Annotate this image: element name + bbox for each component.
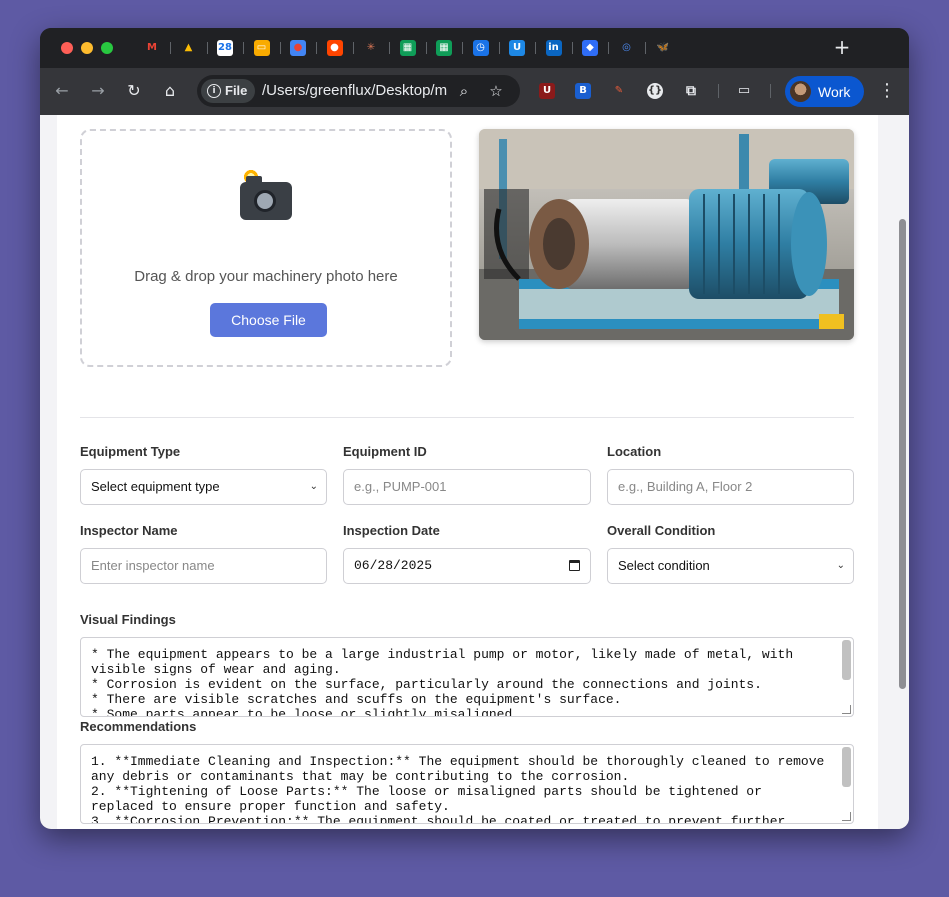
avatar bbox=[790, 81, 811, 102]
browser-toolbar: ← → ↻ ⌂ i File /Users/greenflux/Desktop/… bbox=[40, 68, 909, 115]
profile-button[interactable]: Work bbox=[785, 76, 864, 107]
equipment-type-select[interactable]: Select equipment type ⌄ bbox=[80, 469, 327, 505]
google-calendar-icon[interactable]: 28 bbox=[217, 40, 233, 56]
tab-search-icon[interactable]: ▭ bbox=[736, 83, 752, 99]
equipment-type-label: Equipment Type bbox=[80, 444, 181, 459]
tab-separator bbox=[243, 42, 244, 54]
machinery-photo bbox=[479, 129, 854, 340]
home-icon[interactable]: ⌂ bbox=[159, 80, 181, 102]
file-chip-label: File bbox=[225, 83, 248, 98]
tab-separator bbox=[316, 42, 317, 54]
reddit-icon[interactable]: ● bbox=[326, 40, 343, 56]
pencil-extension-icon[interactable]: ✎ bbox=[611, 83, 627, 99]
profile-label: Work bbox=[818, 83, 851, 100]
visual-findings-text: * The equipment appears to be a large in… bbox=[91, 647, 794, 717]
zoom-icon[interactable]: ⌕ bbox=[453, 80, 475, 102]
close-window-button[interactable] bbox=[61, 42, 73, 54]
recommendations-text: 1. **Immediate Cleaning and Inspection:*… bbox=[91, 754, 825, 824]
equipment-id-input[interactable]: e.g., PUMP-001 bbox=[343, 469, 591, 505]
code-extension-icon[interactable]: {} bbox=[647, 83, 663, 99]
google-drive-icon[interactable]: ▲ bbox=[181, 40, 197, 56]
forward-icon[interactable]: → bbox=[87, 80, 109, 102]
textarea-scrollbar[interactable] bbox=[842, 747, 851, 787]
bluesky-icon[interactable]: 🦋 bbox=[655, 40, 671, 56]
inspection-page: Drag & drop your machinery photo here Ch… bbox=[57, 115, 878, 829]
recommendations-textarea[interactable]: 1. **Immediate Cleaning and Inspection:*… bbox=[80, 744, 854, 824]
inspection-date-value: 06/28/2025 bbox=[354, 558, 433, 573]
inspection-date-label: Inspection Date bbox=[343, 523, 440, 538]
new-tab-button[interactable]: + bbox=[831, 36, 853, 58]
recommendations-label: Recommendations bbox=[80, 719, 197, 734]
photo-dropzone[interactable]: Drag & drop your machinery photo here Ch… bbox=[80, 129, 452, 367]
visual-findings-textarea[interactable]: * The equipment appears to be a large in… bbox=[80, 637, 854, 717]
more-menu-icon[interactable]: ⋮ bbox=[878, 80, 896, 102]
info-icon: i bbox=[207, 84, 221, 98]
inspection-date-input[interactable]: 06/28/2025 bbox=[343, 548, 591, 584]
address-bar[interactable]: i File /Users/greenflux/Desktop/machiner… bbox=[197, 75, 520, 107]
chevron-down-icon: ⌄ bbox=[309, 481, 318, 492]
tab-separator bbox=[170, 42, 171, 54]
page-scrollbar-track[interactable] bbox=[895, 115, 909, 829]
extensions-puzzle-icon[interactable]: ⧉ bbox=[683, 83, 699, 99]
overall-condition-label: Overall Condition bbox=[607, 523, 716, 538]
tab-separator bbox=[389, 42, 390, 54]
textarea-scrollbar[interactable] bbox=[842, 640, 851, 680]
section-divider bbox=[80, 417, 854, 418]
chevron-down-icon: ⌄ bbox=[836, 560, 845, 571]
tab-separator bbox=[608, 42, 609, 54]
claude-icon[interactable]: ✳ bbox=[363, 40, 379, 56]
tab-separator bbox=[425, 42, 427, 54]
google-slides-icon[interactable]: ▭ bbox=[253, 40, 270, 56]
resize-handle-icon[interactable] bbox=[842, 705, 851, 714]
overall-condition-select[interactable]: Select condition ⌄ bbox=[607, 548, 854, 584]
page-scrollbar-thumb[interactable] bbox=[899, 219, 906, 689]
gmail-icon[interactable]: M bbox=[144, 40, 160, 56]
equipment-id-label: Equipment ID bbox=[343, 444, 427, 459]
search-app-icon[interactable]: ◎ bbox=[619, 40, 635, 56]
inspector-name-label: Inspector Name bbox=[80, 523, 178, 538]
tab-separator bbox=[498, 42, 500, 54]
diamond-app-icon[interactable]: ◆ bbox=[582, 40, 598, 56]
camera-icon bbox=[82, 168, 450, 231]
equipment-type-value: Select equipment type bbox=[91, 479, 220, 494]
back-icon[interactable]: ← bbox=[51, 80, 73, 102]
tab-strip: M ▲ 28 ▭ ● ● ✳ ▦ ▦ ◷ Uin ◆ ◎ 🦋 + bbox=[40, 28, 909, 68]
tab-separator bbox=[279, 42, 281, 54]
calendar-icon[interactable] bbox=[569, 560, 580, 571]
url-text[interactable]: /Users/greenflux/Desktop/machinery-inspe… bbox=[262, 75, 447, 107]
chrome-extension-icon[interactable]: ● bbox=[290, 40, 306, 56]
google-sheets-icon[interactable]: ▦ bbox=[399, 40, 416, 56]
tab-separator bbox=[206, 42, 208, 54]
site-info-chip[interactable]: i File bbox=[201, 79, 256, 103]
ublock-icon[interactable]: U bbox=[539, 83, 555, 99]
google-sheets-icon-2[interactable]: ▦ bbox=[436, 40, 452, 56]
reload-icon[interactable]: ↻ bbox=[123, 80, 145, 102]
inspector-name-input[interactable]: Enter inspector name bbox=[80, 548, 327, 584]
maximize-window-button[interactable] bbox=[101, 42, 113, 54]
choose-file-button[interactable]: Choose File bbox=[210, 303, 327, 337]
tab-separator bbox=[535, 42, 536, 54]
overall-condition-value: Select condition bbox=[618, 558, 710, 573]
bookmark-star-icon[interactable]: ☆ bbox=[485, 80, 507, 102]
location-label: Location bbox=[607, 444, 662, 459]
visual-findings-label: Visual Findings bbox=[80, 612, 176, 627]
page-viewport: Drag & drop your machinery photo here Ch… bbox=[40, 115, 909, 829]
bitwarden-icon[interactable]: B bbox=[575, 83, 591, 99]
location-input[interactable]: e.g., Building A, Floor 2 bbox=[607, 469, 854, 505]
resize-handle-icon[interactable] bbox=[842, 812, 851, 821]
browser-window: M ▲ 28 ▭ ● ● ✳ ▦ ▦ ◷ Uin ◆ ◎ 🦋 + ← → ↻ ⌂ i File /User… bbox=[40, 28, 909, 829]
bookmark-app-icon[interactable]: U bbox=[509, 40, 525, 56]
dropzone-text: Drag & drop your machinery photo here bbox=[134, 268, 398, 285]
tab-separator bbox=[644, 42, 646, 54]
minimize-window-button[interactable] bbox=[81, 42, 93, 54]
tab-separator bbox=[571, 42, 573, 54]
clock-app-icon[interactable]: ◷ bbox=[472, 40, 489, 56]
linkedin-icon[interactable]: in bbox=[545, 40, 562, 56]
tab-separator bbox=[352, 42, 354, 54]
tab-separator bbox=[462, 42, 463, 54]
